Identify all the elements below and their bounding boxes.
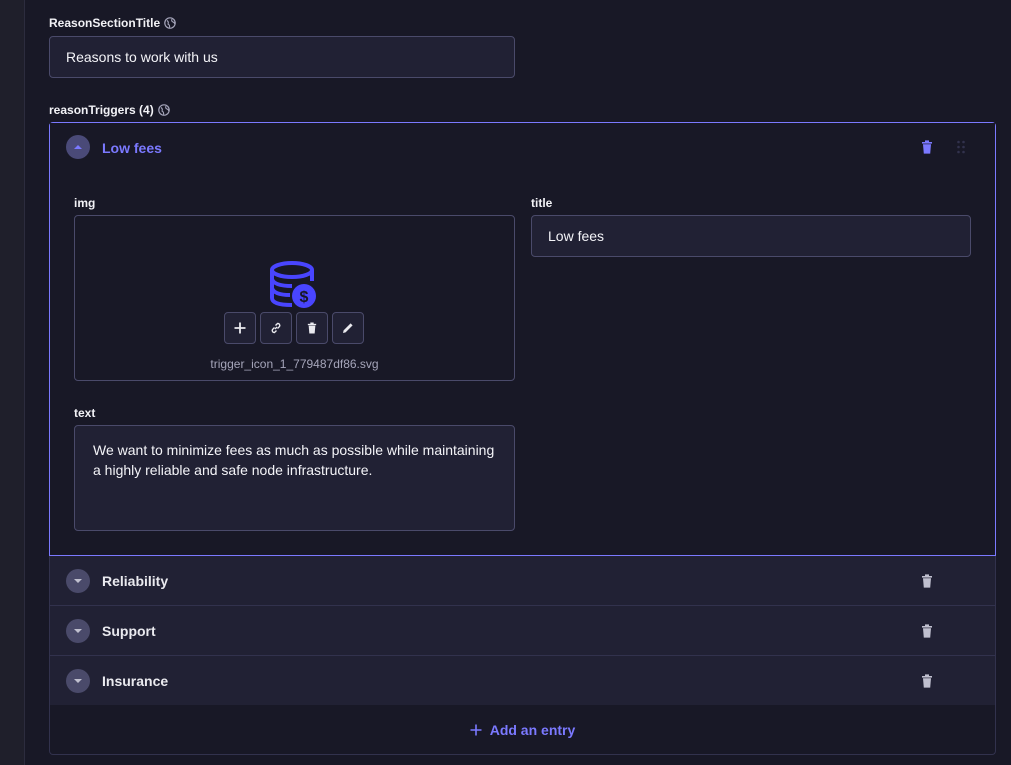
chevron-down-icon [74, 679, 82, 683]
reason-section-title-label-text: ReasonSectionTitle [49, 16, 161, 30]
img-label: img [74, 196, 96, 210]
plus-icon [234, 322, 246, 334]
drag-handle-icon[interactable] [956, 140, 966, 154]
globe-icon [157, 104, 170, 116]
chevron-down-icon [74, 629, 82, 633]
image-dropzone[interactable]: $ trigger_icon_1_779487df86.svg [74, 215, 515, 381]
accordion-title-low-fees: Low fees [102, 140, 162, 156]
asset-filename: trigger_icon_1_779487df86.svg [210, 357, 379, 371]
trash-icon[interactable] [921, 674, 933, 688]
add-entry-label: Add an entry [489, 721, 576, 738]
text-label: text [74, 406, 96, 420]
left-sidebar-strip [0, 0, 24, 765]
text-textarea[interactable]: We want to minimize fees as much as poss… [74, 425, 515, 531]
title-label: title [531, 196, 553, 210]
accordion-header-low-fees[interactable]: Low fees [50, 123, 995, 171]
reason-section-title-value: Reasons to work with us [66, 49, 218, 65]
chevron-down-icon [74, 579, 82, 583]
accordion-item-reliability[interactable]: Reliability [49, 556, 996, 606]
accordion-item-support[interactable]: Support [49, 606, 996, 656]
delete-asset-button[interactable] [296, 312, 328, 344]
plus-icon [470, 724, 482, 735]
link-icon [271, 322, 281, 334]
reason-section-title-input[interactable]: Reasons to work with us [49, 36, 515, 78]
add-entry-button[interactable]: Add an entry [49, 705, 996, 755]
svg-text:$: $ [300, 289, 309, 306]
trash-icon[interactable] [921, 624, 933, 638]
collapse-button[interactable] [66, 135, 90, 159]
expand-button[interactable] [66, 569, 90, 593]
expand-button[interactable] [66, 619, 90, 643]
copy-link-button[interactable] [260, 312, 292, 344]
accordion-title-reliability: Reliability [102, 573, 169, 589]
trash-icon[interactable] [921, 574, 933, 588]
accordion-title-support: Support [102, 623, 156, 639]
title-input[interactable]: Low fees [531, 215, 971, 257]
trash-icon [307, 322, 317, 334]
pencil-icon [343, 323, 353, 333]
reason-triggers-label-text: reasonTriggers (4) [49, 103, 154, 117]
accordion-item-insurance[interactable]: Insurance [49, 656, 996, 706]
reason-triggers-label: reasonTriggers (4) [49, 103, 170, 117]
chevron-up-icon [74, 145, 82, 149]
trash-icon[interactable] [921, 140, 933, 154]
title-input-value: Low fees [548, 228, 605, 244]
accordion-title-insurance: Insurance [102, 673, 169, 689]
reason-section-title-label: ReasonSectionTitle [49, 16, 176, 30]
expand-button[interactable] [66, 669, 90, 693]
globe-icon [164, 17, 176, 29]
edit-asset-button[interactable] [332, 312, 364, 344]
add-asset-button[interactable] [224, 312, 256, 344]
coins-dollar-icon: $ [270, 261, 316, 308]
